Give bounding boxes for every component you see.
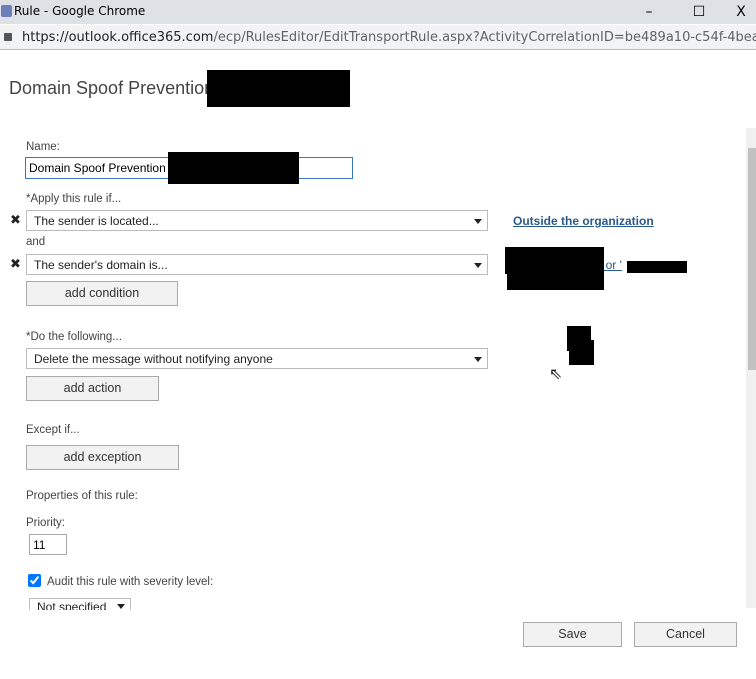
url-host: https://outlook.office365.com <box>22 30 214 45</box>
redacted-block <box>627 261 687 273</box>
mouse-cursor-icon: ⇖ <box>549 364 563 383</box>
and-label: and <box>26 236 46 248</box>
audit-checkbox[interactable] <box>28 574 41 587</box>
remove-condition-icon[interactable]: ✖ <box>10 213 21 228</box>
window-title: Rule - Google Chrome <box>14 4 146 18</box>
do-following-label: *Do the following... <box>26 331 122 343</box>
name-label: Name: <box>26 141 60 153</box>
lock-icon <box>4 33 12 41</box>
address-bar[interactable]: https://outlook.office365.com/ecp/RulesE… <box>0 25 756 50</box>
except-label: Except if... <box>26 424 80 436</box>
remove-condition-icon[interactable]: ✖ <box>10 257 21 272</box>
add-action-button[interactable]: add action <box>26 376 159 401</box>
cancel-button[interactable]: Cancel <box>634 622 737 647</box>
add-condition-button[interactable]: add condition <box>26 281 178 306</box>
audit-label: Audit this rule with severity level: <box>47 576 214 588</box>
action-text: Delete the message without notifying any… <box>34 352 273 366</box>
page-title: Domain Spoof Prevention <box>9 78 215 98</box>
close-button[interactable]: X <box>718 0 756 24</box>
title-bar: Rule - Google Chrome – ☐ X <box>0 0 756 24</box>
url-text[interactable]: https://outlook.office365.com/ecp/RulesE… <box>22 30 756 45</box>
url-path: /ecp/RulesEditor/EditTransportRule.aspx?… <box>213 30 756 45</box>
priority-label: Priority: <box>26 517 65 529</box>
condition-1-text: The sender is located... <box>34 214 159 228</box>
condition-1-value-link[interactable]: Outside the organization <box>513 214 654 228</box>
condition-2-text: The sender's domain is... <box>34 258 168 272</box>
redacted-block <box>207 70 350 107</box>
redacted-block <box>507 270 604 290</box>
priority-input[interactable] <box>29 534 67 555</box>
minimize-button[interactable]: – <box>626 0 672 24</box>
severity-clip: Not specified <box>0 598 746 610</box>
redacted-block <box>168 152 299 184</box>
chevron-down-icon <box>117 604 125 610</box>
apply-label: *Apply this rule if... <box>26 193 122 205</box>
chevron-down-icon <box>474 357 482 366</box>
save-button[interactable]: Save <box>523 622 622 647</box>
severity-text: Not specified <box>37 600 107 610</box>
chevron-down-icon <box>474 219 482 228</box>
severity-select[interactable]: Not specified <box>29 598 131 610</box>
add-exception-button[interactable]: add exception <box>26 445 179 470</box>
scrollbar-thumb[interactable] <box>748 148 756 370</box>
chevron-down-icon <box>474 263 482 272</box>
condition-select-2[interactable]: The sender's domain is... <box>26 254 488 275</box>
maximize-button[interactable]: ☐ <box>676 0 722 24</box>
properties-label: Properties of this rule: <box>26 490 138 502</box>
condition-select-1[interactable]: The sender is located... <box>26 210 488 231</box>
app-icon <box>1 5 12 17</box>
redacted-block <box>569 340 594 365</box>
action-select[interactable]: Delete the message without notifying any… <box>26 348 488 369</box>
